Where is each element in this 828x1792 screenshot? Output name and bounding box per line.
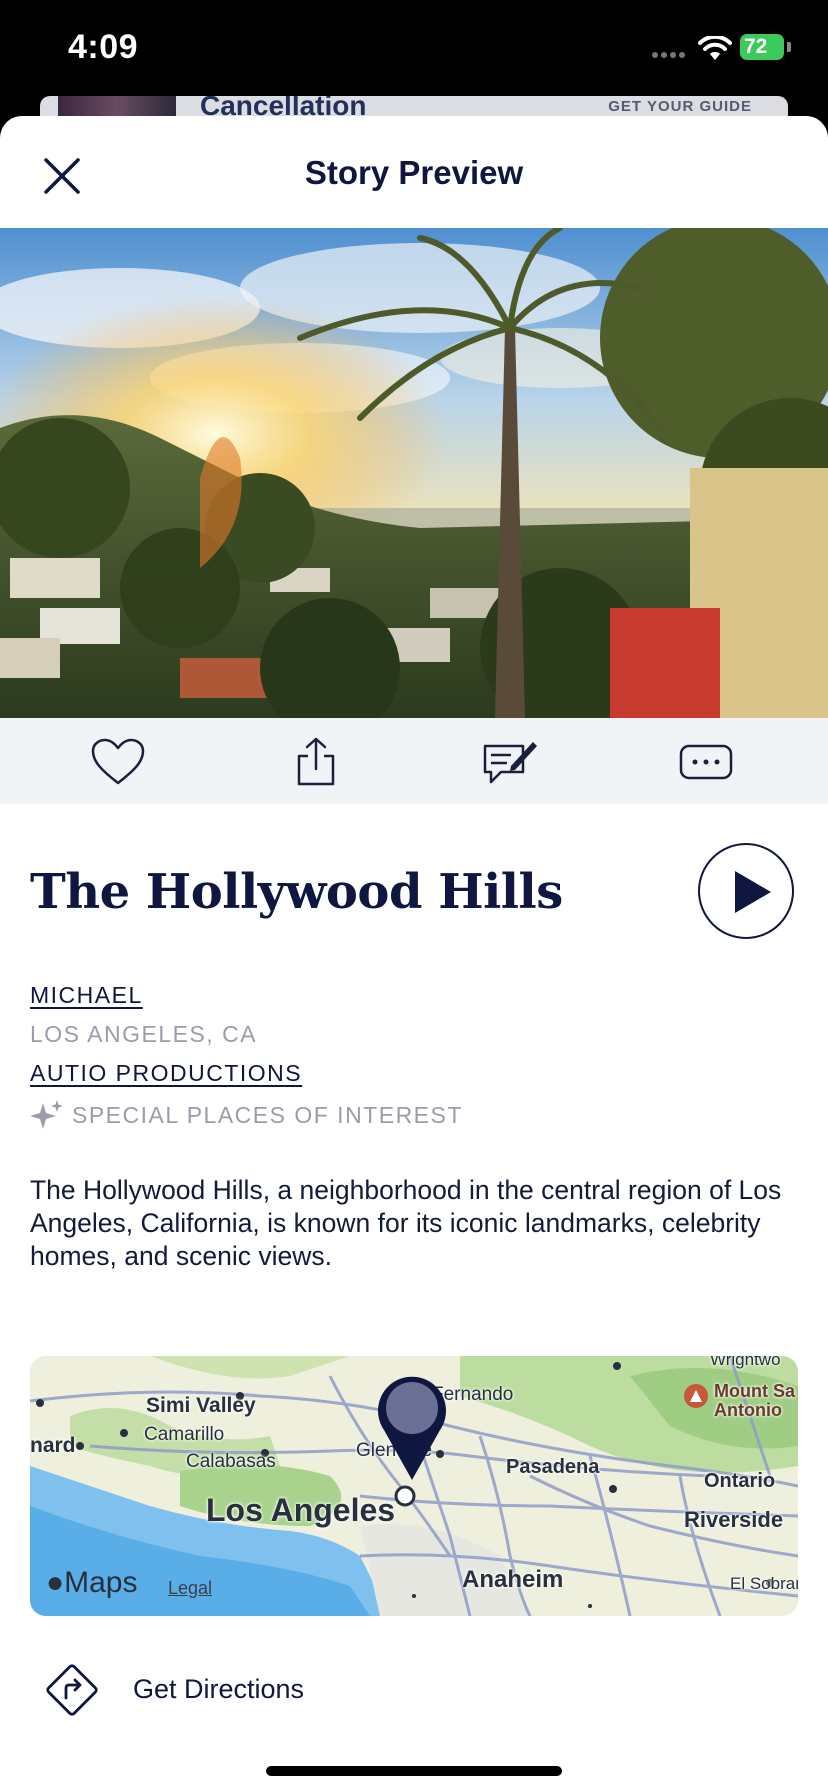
status-bar: 4:09 72: [0, 0, 828, 100]
location-text: LOS ANGELES, CA: [30, 1021, 258, 1047]
get-directions-label: Get Directions: [133, 1674, 305, 1704]
story-hero-image: [0, 228, 828, 718]
get-directions-button[interactable]: Get Directions: [0, 1640, 828, 1736]
story-action-bar: [0, 718, 828, 804]
share-button[interactable]: [286, 732, 346, 792]
map-label-calabasas: Calabasas: [186, 1451, 276, 1472]
category-tag: SPECIAL PLACES OF INTEREST: [30, 1099, 463, 1131]
map-label-wrightwood: Wrightwo: [710, 1356, 781, 1369]
sheet-title: Story Preview: [304, 154, 524, 191]
story-description: The Hollywood Hills, a neighborhood in t…: [30, 1175, 782, 1271]
more-icon: [679, 744, 733, 780]
sheet-header: Story Preview: [0, 116, 828, 228]
author-link[interactable]: MICHAEL: [30, 982, 143, 1009]
battery-level: 72: [744, 35, 768, 58]
wifi-icon: [698, 36, 732, 60]
play-button[interactable]: [698, 843, 794, 939]
map-label-mount-san-antonio: Mount Sa Antonio: [714, 1381, 795, 1420]
maps-brand-label: Maps: [64, 1566, 138, 1599]
map-label-el-sobrante: El Sobrante: [730, 1574, 798, 1593]
story-title: The Hollywood Hills: [30, 864, 563, 920]
status-time: 4:09: [68, 28, 139, 66]
comment-edit-icon: [483, 742, 537, 784]
share-icon: [297, 737, 335, 786]
comment-button[interactable]: [480, 732, 540, 792]
story-preview-sheet: Story Preview The Hollywood Hills MICHAE…: [0, 116, 828, 1792]
like-button[interactable]: [88, 732, 148, 792]
category-label: SPECIAL PLACES OF INTEREST: [72, 1101, 463, 1128]
map-label-ontario: Ontario: [704, 1470, 776, 1492]
map-label-pasadena: Pasadena: [506, 1456, 600, 1478]
map-label-simi-valley: Simi Valley: [146, 1394, 256, 1417]
battery-icon: 72: [740, 34, 792, 62]
sparkles-icon: [30, 1100, 63, 1129]
publisher-link[interactable]: AUTIO PRODUCTIONS: [30, 1060, 302, 1087]
location-pin-icon: [378, 1376, 446, 1480]
map-label-oxnard: nard: [30, 1434, 76, 1457]
heart-icon: [91, 738, 145, 785]
maps-brand: ●Maps: [46, 1566, 137, 1600]
apple-logo-icon: ●: [46, 1566, 65, 1599]
background-card-badge: GET YOUR GUIDE: [608, 98, 752, 115]
map-label-riverside: Riverside: [684, 1507, 784, 1532]
cellular-signal-icon: [652, 52, 685, 58]
home-indicator: [266, 1766, 562, 1776]
play-icon: [735, 871, 771, 913]
location-map[interactable]: Simi Valley Camarillo Calabasas nard Fer…: [30, 1356, 798, 1616]
map-label-camarillo: Camarillo: [144, 1424, 225, 1445]
more-button[interactable]: [676, 732, 736, 792]
map-label-anaheim: Anaheim: [462, 1566, 564, 1593]
map-label-los-angeles: Los Angeles: [206, 1492, 396, 1528]
maps-legal-link[interactable]: Legal: [168, 1578, 212, 1599]
directions-icon: [46, 1664, 98, 1716]
